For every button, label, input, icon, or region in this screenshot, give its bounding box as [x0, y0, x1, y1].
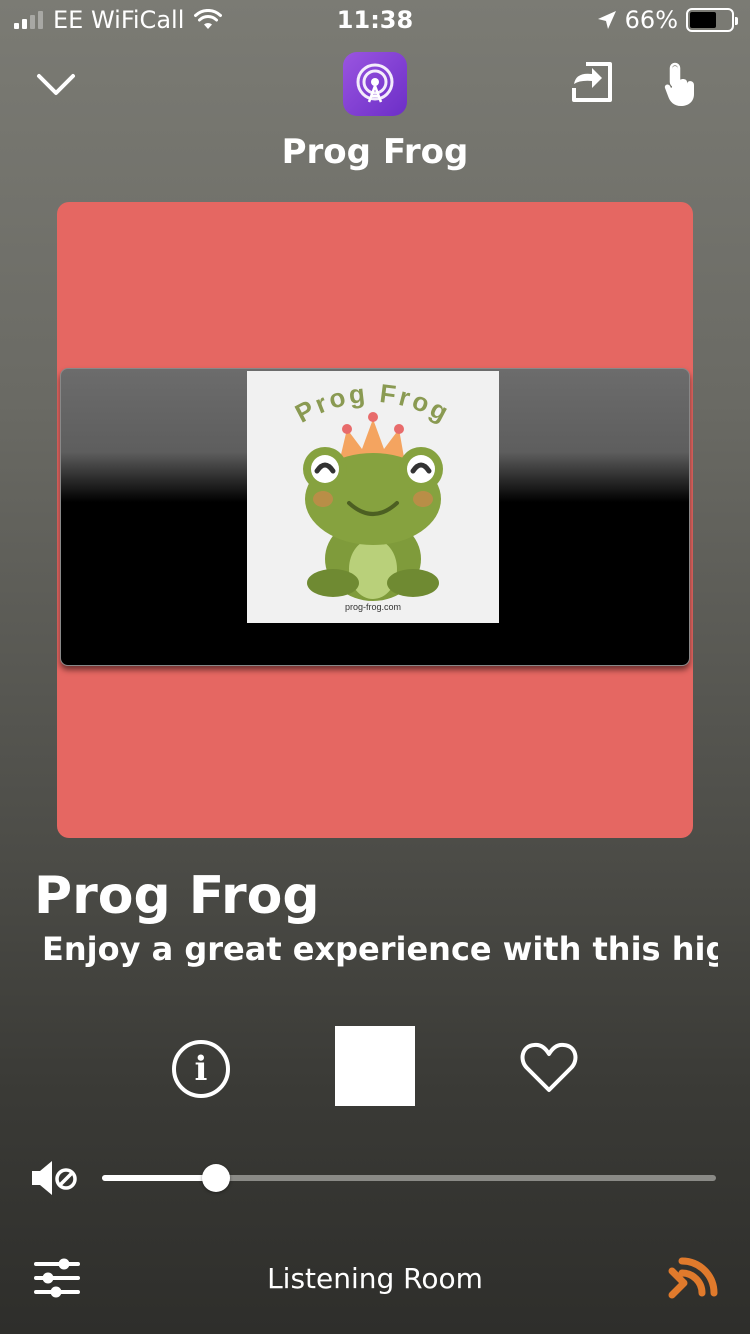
station-title: Prog Frog: [281, 132, 469, 172]
logo-url-text: prog-frog.com: [345, 602, 401, 612]
stop-button[interactable]: [335, 1026, 415, 1106]
mute-speaker-icon[interactable]: [30, 1158, 78, 1198]
volume-slider[interactable]: [102, 1164, 716, 1192]
broadcast-tower-icon: [356, 63, 394, 103]
room-name[interactable]: Listening Room: [0, 1262, 750, 1295]
airplay-output-icon[interactable]: [568, 60, 616, 106]
battery-percent: 66%: [624, 6, 678, 34]
sonos-cast-icon[interactable]: [668, 1255, 718, 1301]
touch-gesture-icon[interactable]: [662, 60, 696, 108]
volume-fill: [102, 1175, 217, 1181]
volume-thumb[interactable]: [202, 1164, 231, 1192]
frog-king-logo-image: Prog Frog prog-frog.com: [290, 378, 453, 612]
station-description: Enjoy a great experience with this highl…: [42, 930, 718, 968]
station-name: Prog Frog: [34, 866, 320, 926]
heart-icon[interactable]: [520, 1040, 578, 1094]
info-button[interactable]: i: [172, 1040, 230, 1098]
battery-icon: [686, 8, 738, 32]
album-artwork: Prog Frog prog-frog.com: [57, 202, 693, 838]
chevron-down-icon[interactable]: [36, 72, 76, 98]
status-bar: EE WiFiCall 11:38 66%: [0, 0, 750, 40]
info-icon: i: [194, 1049, 208, 1089]
prog-frog-logo: Prog Frog prog-frog.com: [247, 371, 499, 623]
battery-fill: [690, 12, 717, 28]
podcast-app-icon: [343, 52, 407, 116]
location-arrow-icon: [597, 11, 616, 29]
